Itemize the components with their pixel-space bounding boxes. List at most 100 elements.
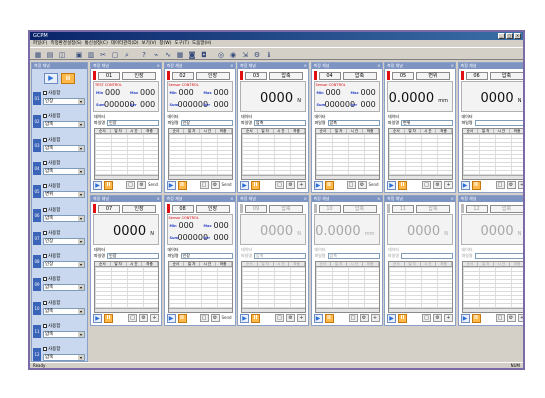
channel-enable-checkbox[interactable]: 사용함 bbox=[43, 300, 60, 306]
column-header[interactable]: 순서 bbox=[463, 262, 479, 266]
channel-mode-select[interactable]: 압축 bbox=[43, 214, 85, 222]
maximize-button[interactable]: □ bbox=[506, 33, 513, 39]
plus-icon[interactable]: + bbox=[517, 181, 523, 189]
column-header[interactable]: 일 자 bbox=[478, 262, 494, 266]
column-header[interactable]: 시 간 bbox=[127, 262, 143, 266]
column-header[interactable]: 일 자 bbox=[258, 129, 274, 133]
channel-mode-select[interactable]: 압축 bbox=[43, 284, 85, 292]
column-header[interactable]: 순서 bbox=[169, 262, 185, 266]
pause-button[interactable]: II bbox=[324, 313, 334, 323]
paste-icon[interactable]: ▢ bbox=[110, 49, 120, 59]
settings-icon[interactable]: ⚙ bbox=[433, 181, 442, 189]
horizontal-scrollbar[interactable] bbox=[168, 308, 232, 312]
file-name-input[interactable]: 압축 bbox=[254, 252, 306, 259]
column-header[interactable]: 순서 bbox=[95, 129, 111, 133]
column-header[interactable]: 시 간 bbox=[347, 129, 363, 133]
calc-icon[interactable]: ▦ bbox=[175, 49, 185, 59]
plus-icon[interactable]: + bbox=[297, 181, 306, 189]
menu-item[interactable]: 보기(V) bbox=[142, 40, 157, 47]
send-button[interactable]: Send bbox=[148, 181, 159, 189]
horizontal-scrollbar[interactable] bbox=[462, 175, 523, 179]
plus-icon[interactable]: + bbox=[517, 314, 523, 322]
settings-icon[interactable]: ⚙ bbox=[137, 181, 146, 189]
column-header[interactable]: 순서 bbox=[389, 129, 405, 133]
channel-enable-checkbox[interactable]: 사용함 bbox=[43, 90, 60, 96]
column-header[interactable]: 하중 bbox=[436, 262, 452, 266]
pause-button[interactable]: II bbox=[251, 313, 260, 323]
settings-icon[interactable]: ⚙ bbox=[210, 314, 220, 322]
channel-enable-checkbox[interactable]: 사용함 bbox=[43, 160, 60, 166]
send-button[interactable]: Send bbox=[222, 314, 233, 322]
panel-close-icon[interactable]: × bbox=[304, 63, 307, 69]
cut-icon[interactable]: ✂ bbox=[98, 49, 108, 59]
horizontal-scrollbar[interactable] bbox=[315, 175, 379, 179]
column-header[interactable]: 시 간 bbox=[127, 129, 143, 133]
panel-close-icon[interactable]: × bbox=[524, 196, 525, 202]
column-header[interactable]: 하중 bbox=[363, 262, 379, 266]
column-header[interactable]: 시 간 bbox=[274, 262, 290, 266]
file-name-input[interactable] bbox=[474, 252, 523, 259]
start-button[interactable]: ▶ bbox=[387, 180, 396, 190]
channel-enable-checkbox[interactable]: 사용함 bbox=[43, 113, 60, 119]
panel-close-icon[interactable]: × bbox=[304, 196, 307, 202]
menu-item[interactable]: 통신설정(C) bbox=[85, 40, 108, 47]
settings-icon[interactable]: ⚙ bbox=[359, 314, 369, 322]
column-header[interactable]: 시 간 bbox=[274, 129, 290, 133]
column-header[interactable]: 일 자 bbox=[184, 262, 200, 266]
channel-mode-select[interactable]: 압축 bbox=[43, 331, 85, 338]
open-icon[interactable]: ▤ bbox=[45, 49, 55, 59]
start-button[interactable]: ▶ bbox=[240, 180, 249, 190]
exit-icon[interactable]: ⇲ bbox=[240, 49, 250, 59]
menu-item[interactable]: 도구(T) bbox=[175, 40, 190, 47]
channel-mode-select[interactable]: 인장 bbox=[43, 237, 85, 245]
panel-close-icon[interactable]: × bbox=[524, 63, 525, 69]
copy-icon[interactable]: ◫ bbox=[57, 49, 67, 59]
settings-icon[interactable]: ⚙ bbox=[286, 314, 295, 322]
column-header[interactable]: 일 자 bbox=[258, 262, 274, 266]
settings-icon[interactable]: ⚙ bbox=[252, 49, 262, 59]
column-header[interactable]: 일 자 bbox=[331, 129, 347, 133]
file-name-input[interactable]: 인장 bbox=[107, 252, 159, 259]
wave-icon[interactable]: ∿ bbox=[163, 49, 173, 59]
reset-icon[interactable]: □ bbox=[346, 181, 356, 189]
start-button[interactable]: ▶ bbox=[93, 313, 102, 323]
column-header[interactable]: 시 간 bbox=[421, 129, 437, 133]
channel-mode-select[interactable]: 압축 bbox=[43, 354, 85, 362]
settings-icon[interactable]: ⚙ bbox=[139, 314, 148, 322]
column-header[interactable]: 하중 bbox=[363, 129, 379, 133]
channel-enable-checkbox[interactable]: 사용함 bbox=[43, 230, 60, 236]
start-button[interactable]: ▶ bbox=[460, 313, 470, 323]
file-name-input[interactable]: 인장 bbox=[180, 252, 233, 259]
minimize-button[interactable]: _ bbox=[498, 33, 505, 39]
dial-icon[interactable]: ◎ bbox=[216, 49, 226, 59]
column-header[interactable]: 시 간 bbox=[421, 262, 437, 266]
panel-close-icon[interactable]: × bbox=[377, 196, 380, 202]
column-header[interactable]: 시 간 bbox=[347, 262, 363, 266]
file-name-input[interactable]: 인장 bbox=[180, 119, 233, 126]
graph-icon[interactable]: ⌁ bbox=[151, 49, 161, 59]
start-button[interactable]: ▶ bbox=[240, 313, 249, 323]
column-header[interactable]: 하중 bbox=[142, 129, 158, 133]
reset-icon[interactable]: □ bbox=[275, 314, 284, 322]
channel-enable-checkbox[interactable]: 사용함 bbox=[43, 323, 60, 329]
menu-item[interactable]: 파일(F) bbox=[33, 40, 47, 47]
horizontal-scrollbar[interactable] bbox=[315, 308, 379, 312]
column-header[interactable]: 일 자 bbox=[331, 262, 347, 266]
plus-icon[interactable]: + bbox=[370, 314, 380, 322]
settings-icon[interactable]: ⚙ bbox=[506, 314, 516, 322]
channel-mode-select[interactable]: 압축 bbox=[43, 307, 85, 315]
start-button[interactable]: ▶ bbox=[460, 180, 470, 190]
column-header[interactable]: 시 간 bbox=[200, 129, 216, 133]
horizontal-scrollbar[interactable] bbox=[462, 308, 523, 312]
file-name-input[interactable]: 인장 bbox=[107, 119, 159, 126]
pause-button[interactable]: II bbox=[324, 180, 334, 190]
pause-all-button[interactable]: II bbox=[61, 72, 75, 84]
reset-icon[interactable]: □ bbox=[495, 314, 505, 322]
column-header[interactable]: 하중 bbox=[216, 262, 232, 266]
menu-item[interactable]: 데이터관리(D) bbox=[111, 40, 139, 47]
column-header[interactable]: 일 자 bbox=[184, 129, 200, 133]
new-icon[interactable]: ▦ bbox=[33, 49, 43, 59]
file-name-input[interactable]: 압축 bbox=[327, 119, 380, 126]
save-icon[interactable]: ▣ bbox=[74, 49, 84, 59]
start-button[interactable]: ▶ bbox=[166, 313, 176, 323]
